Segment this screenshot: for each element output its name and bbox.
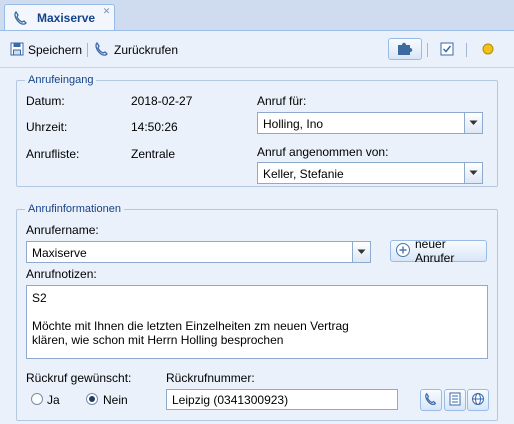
callback-number-label: Rückrufnummer: [166, 371, 255, 385]
new-caller-label: neuer Anrufer [415, 237, 455, 265]
checkbox-toggle-button[interactable] [437, 40, 457, 60]
call-for-label: Anruf für: [257, 94, 307, 108]
toolbar-separator [466, 43, 467, 57]
globe-icon [471, 392, 485, 409]
phone-icon [13, 10, 29, 28]
toolbar-separator [427, 43, 428, 57]
phone-icon [424, 392, 438, 409]
radio-nein-label: Nein [103, 393, 128, 407]
tab-title: Maxiserve [37, 11, 96, 25]
callback-label: Zurückrufen [114, 43, 179, 57]
floppy-icon [10, 42, 24, 59]
status-button[interactable] [478, 40, 498, 60]
call-list-label: Anrufliste: [26, 147, 80, 161]
date-label: Datum: [26, 94, 65, 108]
caller-name-select[interactable]: Maxiserve [26, 241, 371, 263]
caller-name-label: Anrufername: [26, 223, 99, 237]
date-value: 2018-02-27 [131, 94, 193, 108]
add-icon [395, 242, 411, 261]
call-for-select[interactable]: Holling, Ino [257, 112, 483, 134]
chevron-down-icon[interactable] [464, 163, 482, 183]
call-list-value: Zentrale [131, 147, 176, 161]
fieldset-legend: Anrufeingang [28, 74, 94, 86]
callback-number-value: Leipzig (0341300923) [172, 393, 289, 407]
accepted-by-select[interactable]: Keller, Stefanie [257, 162, 483, 184]
caller-name-value: Maxiserve [32, 246, 87, 260]
notes-textarea[interactable]: S2 Möchte mit Ihnen die letzten Einzelhe… [26, 285, 488, 359]
dial-button[interactable] [420, 389, 442, 411]
checkbox-icon [440, 42, 454, 59]
callback-number-input[interactable]: Leipzig (0341300923) [166, 389, 398, 410]
toolbar: Speichern Zurückrufen [0, 31, 514, 68]
call-for-value: Holling, Ino [263, 117, 324, 131]
radio-ja-label: Ja [47, 393, 60, 407]
save-label: Speichern [28, 43, 83, 57]
close-icon[interactable]: ✕ [102, 7, 111, 16]
fieldset-legend: Anrufinformationen [28, 203, 121, 215]
toolbar-separator [87, 43, 88, 57]
save-button[interactable]: Speichern [10, 41, 82, 59]
status-dot-icon [481, 42, 495, 59]
notes-label: Anrufnotizen: [26, 267, 97, 281]
callback-wanted-label: Rückruf gewünscht: [26, 371, 132, 385]
plugin-button[interactable] [388, 38, 422, 60]
notes-value: S2 Möchte mit Ihnen die letzten Einzelhe… [32, 291, 349, 347]
radio-ja[interactable] [31, 393, 43, 405]
chevron-down-icon[interactable] [352, 242, 370, 262]
phone-icon [94, 41, 110, 59]
tab-maxiserve[interactable]: Maxiserve ✕ [4, 4, 115, 30]
tab-bar: Maxiserve ✕ [0, 0, 514, 31]
radio-nein[interactable] [86, 393, 98, 405]
time-value: 14:50:26 [131, 120, 178, 134]
callback-button[interactable]: Zurückrufen [94, 41, 178, 59]
puzzle-icon [396, 40, 414, 59]
accepted-by-value: Keller, Stefanie [263, 167, 344, 181]
web-button[interactable] [467, 389, 489, 411]
address-book-button[interactable] [444, 389, 466, 411]
address-book-icon [448, 392, 462, 409]
new-caller-button[interactable]: neuer Anrufer [390, 237, 487, 265]
accepted-by-label: Anruf angenommen von: [257, 145, 389, 159]
chevron-down-icon[interactable] [464, 113, 482, 133]
time-label: Uhrzeit: [26, 120, 68, 134]
